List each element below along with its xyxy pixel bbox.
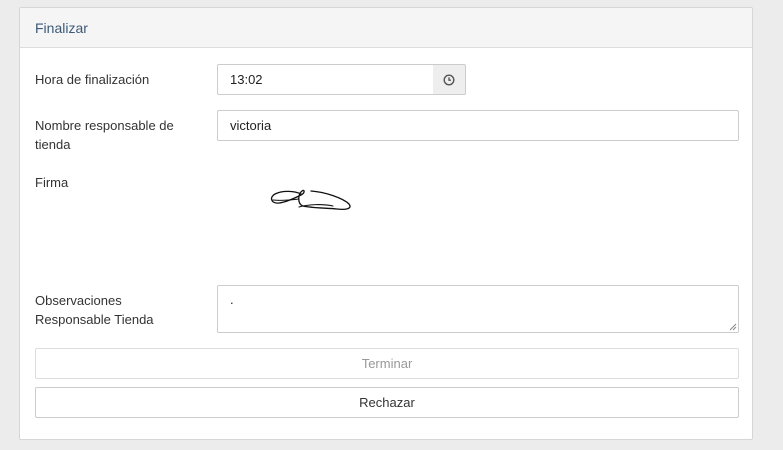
responsible-name-label: Nombre responsable de tienda [35, 118, 174, 152]
signature-label: Firma [35, 175, 69, 190]
finish-button[interactable]: Terminar [35, 348, 739, 379]
observations-label: Observaciones Responsable Tienda [35, 293, 154, 327]
time-picker-button[interactable] [433, 64, 466, 95]
resize-handle-icon[interactable] [728, 322, 737, 331]
panel-title: Finalizar [20, 8, 752, 48]
observations-value: . [230, 292, 234, 307]
responsible-name-input[interactable]: victoria [217, 110, 739, 141]
observations-textarea[interactable]: . [217, 285, 739, 333]
signature-image [270, 189, 351, 210]
clock-icon [443, 73, 455, 86]
reject-button[interactable]: Rechazar [35, 387, 739, 418]
end-time-label: Hora de finalización [35, 72, 150, 87]
finalize-panel: Finalizar Hora de finalización 13:02 Nom… [19, 7, 753, 440]
end-time-input[interactable]: 13:02 [217, 64, 434, 95]
